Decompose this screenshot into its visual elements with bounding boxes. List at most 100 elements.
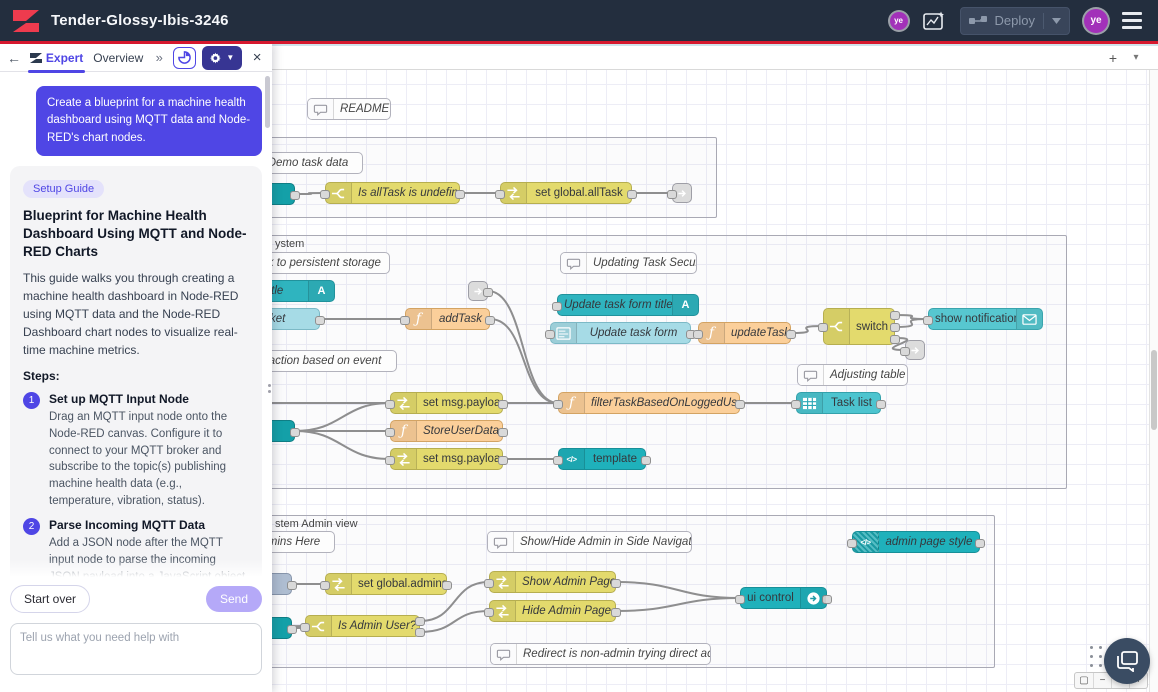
node-port[interactable]	[735, 400, 745, 409]
node-port[interactable]	[498, 400, 508, 409]
node-port[interactable]	[290, 191, 300, 200]
node-port[interactable]	[483, 288, 493, 297]
node-port[interactable]	[667, 190, 677, 199]
update-task-form-node[interactable]: Update task form	[550, 322, 691, 344]
stub-user-node[interactable]	[272, 420, 295, 442]
action-event-comment-node[interactable]: action based on event	[272, 350, 397, 372]
deploy-button[interactable]: Deploy	[960, 7, 1070, 35]
deploy-caret-icon[interactable]	[1052, 18, 1061, 24]
ticket-node[interactable]: icket	[272, 308, 320, 330]
filtertask-node[interactable]: ƒfilterTaskBasedOnLoggedUser	[558, 392, 740, 414]
readme-node[interactable]: README	[307, 98, 391, 120]
node-port[interactable]	[847, 539, 857, 548]
node-port[interactable]	[553, 400, 563, 409]
set-global-admins-node[interactable]: set global.admins	[325, 573, 447, 595]
node-port[interactable]	[455, 190, 465, 199]
node-port[interactable]	[611, 579, 621, 588]
drag-handle-dots[interactable]	[1090, 646, 1104, 670]
node-port[interactable]	[415, 628, 425, 637]
hide-admin-page-node[interactable]: Hide Admin Page	[489, 600, 616, 622]
addtask-node[interactable]: ƒaddTask	[405, 308, 490, 330]
link-out-switch-node[interactable]	[905, 340, 925, 360]
pie-chart-button[interactable]	[173, 47, 196, 69]
node-port[interactable]	[876, 400, 886, 409]
node-port[interactable]	[611, 608, 621, 617]
settings-dropdown-button[interactable]: ▼	[202, 46, 242, 70]
node-port[interactable]	[385, 456, 395, 465]
update-task-form-title-node[interactable]: AUpdate task form title	[557, 294, 699, 316]
chat-fab-button[interactable]	[1104, 638, 1150, 684]
avatar-large[interactable]: ye	[1084, 9, 1108, 33]
node-port[interactable]	[552, 302, 562, 311]
node-port[interactable]	[495, 190, 505, 199]
panel-resize-grip[interactable]	[268, 384, 271, 393]
hamburger-menu-icon[interactable]	[1122, 12, 1142, 29]
node-port[interactable]	[498, 428, 508, 437]
tab-expert[interactable]: Expert	[28, 44, 85, 72]
node-port[interactable]	[923, 316, 933, 325]
stub-admin-node[interactable]	[272, 617, 292, 639]
node-port[interactable]	[287, 625, 297, 634]
more-tabs-chevrons-icon[interactable]: »	[151, 50, 167, 65]
updating-securely-comment-node[interactable]: Updating Task Securely	[560, 252, 697, 274]
ui-control-node[interactable]: ui control	[740, 587, 827, 609]
node-port[interactable]	[315, 316, 325, 325]
node-port[interactable]	[627, 190, 637, 199]
node-port[interactable]	[485, 316, 495, 325]
minimap-button[interactable]: ▢	[1075, 673, 1093, 688]
canvas-vertical-scrollbar[interactable]	[1149, 70, 1158, 692]
node-port[interactable]	[300, 623, 310, 632]
is-admin-user-node[interactable]: Is Admin User?	[305, 615, 420, 637]
set-msg-payload-2-node[interactable]: set msg.payload	[390, 448, 503, 470]
updatetask-node[interactable]: ƒupdateTask	[698, 322, 791, 344]
node-port[interactable]	[400, 316, 410, 325]
node-port[interactable]	[641, 456, 651, 465]
node-port[interactable]	[975, 539, 985, 548]
admin-page-style-node[interactable]: </>admin page style	[852, 531, 980, 553]
node-port[interactable]	[320, 190, 330, 199]
send-button[interactable]: Send	[206, 586, 262, 612]
form-title-text-node[interactable]: Am title	[272, 280, 335, 302]
node-port[interactable]	[320, 581, 330, 590]
adjusting-table-comment-node[interactable]: Adjusting table	[797, 364, 908, 386]
show-notification-node[interactable]: show notification	[928, 308, 1043, 330]
set-global-alltask-node[interactable]: set global.allTask	[500, 182, 632, 204]
node-port[interactable]	[290, 428, 300, 437]
start-over-button[interactable]: Start over	[10, 585, 90, 613]
show-admin-page-node[interactable]: Show Admin Page	[489, 571, 616, 593]
back-arrow-icon[interactable]: ←	[6, 50, 22, 66]
is-alltask-undefined-node[interactable]: Is allTask is undefined	[325, 182, 460, 204]
assistant-input[interactable]	[10, 623, 262, 675]
ai-assistant-icon[interactable]	[922, 10, 946, 32]
node-port[interactable]	[385, 400, 395, 409]
save-task-comment-node[interactable]: sk to persistent storage	[272, 252, 390, 274]
node-port[interactable]	[735, 595, 745, 604]
node-port[interactable]	[693, 330, 703, 339]
assistant-conversation[interactable]: Create a blueprint for a machine health …	[0, 72, 272, 577]
admins-here-comment-node[interactable]: mins Here	[272, 531, 335, 553]
link-out-demo-node[interactable]	[672, 183, 692, 203]
close-panel-icon[interactable]: ×	[248, 49, 266, 66]
switch-node[interactable]: switch	[823, 308, 895, 345]
add-flow-button[interactable]: +	[1102, 50, 1124, 66]
node-port[interactable]	[791, 400, 801, 409]
node-port[interactable]	[385, 428, 395, 437]
task-list-node[interactable]: Task list	[796, 392, 881, 414]
panel-scrollbar-thumb[interactable]	[265, 76, 270, 128]
redirect-comment-node[interactable]: Redirect is non-admin trying direct acce…	[490, 643, 711, 665]
node-port[interactable]	[786, 330, 796, 339]
demo-task-data-node[interactable]: Demo task data	[272, 152, 363, 174]
node-port[interactable]	[442, 581, 452, 590]
stub-hatched-node[interactable]	[272, 573, 292, 595]
set-msg-payload-1-node[interactable]: set msg.payload	[390, 392, 503, 414]
node-port[interactable]	[890, 311, 900, 320]
node-port[interactable]	[553, 456, 563, 465]
node-port[interactable]	[890, 323, 900, 332]
node-port[interactable]	[498, 456, 508, 465]
showhide-comment-node[interactable]: Show/Hide Admin in Side Navigation	[487, 531, 692, 553]
flow-workspace[interactable]: ystemstem Admin viewREADMEDemo task data…	[272, 70, 1158, 692]
flowfuse-logo-icon[interactable]	[13, 10, 39, 32]
avatar-small[interactable]: ye	[890, 12, 908, 30]
storeuserdata-node[interactable]: ƒStoreUserData	[390, 420, 503, 442]
scrollbar-thumb[interactable]	[1151, 350, 1157, 430]
